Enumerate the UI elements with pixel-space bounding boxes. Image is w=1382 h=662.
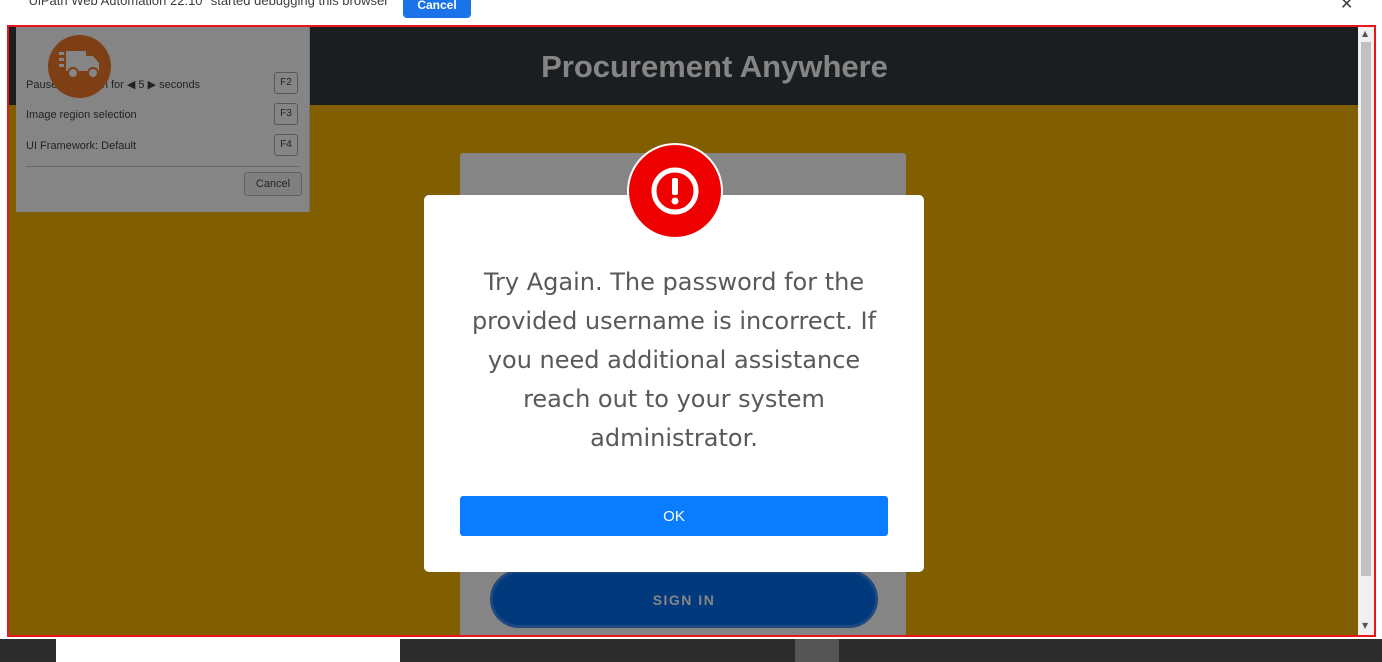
vertical-scrollbar[interactable]: ▲ ▼: [1358, 27, 1374, 635]
browser-viewport: Procurement Anywhere SIGN IN Pause extra…: [7, 25, 1376, 637]
exclamation-circle-icon: [651, 167, 699, 215]
scroll-up-arrow-icon[interactable]: ▲: [1362, 29, 1368, 38]
infobar-message: "UiPath Web Automation 22.10" started de…: [24, 0, 389, 8]
taskbar-search-box[interactable]: [56, 639, 400, 662]
taskbar-app-button[interactable]: [795, 639, 839, 662]
infobar-cancel-button[interactable]: Cancel: [403, 0, 471, 18]
close-icon[interactable]: ✕: [1340, 0, 1353, 13]
ok-button[interactable]: OK: [460, 496, 888, 536]
scroll-down-arrow-icon[interactable]: ▼: [1362, 621, 1368, 630]
error-dialog: Try Again. The password for the provided…: [424, 143, 924, 572]
taskbar: [0, 639, 1382, 662]
alert-badge: [627, 143, 723, 239]
scrollbar-thumb[interactable]: [1361, 42, 1371, 576]
debug-infobar: "UiPath Web Automation 22.10" started de…: [0, 0, 1382, 24]
dialog-message: Try Again. The password for the provided…: [471, 268, 877, 452]
